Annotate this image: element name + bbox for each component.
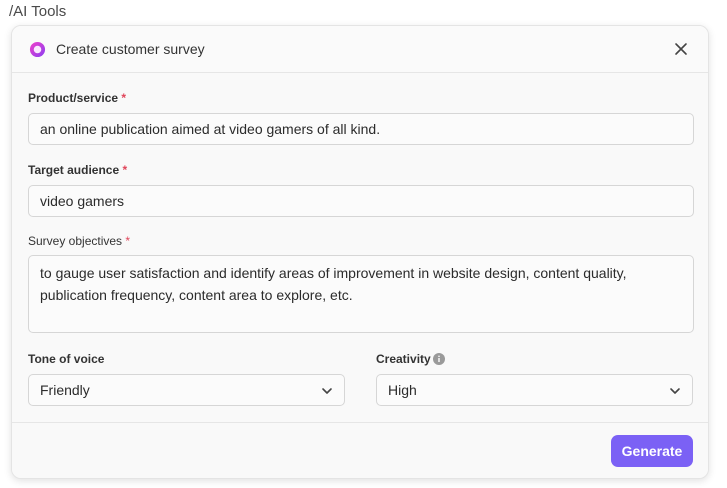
required-mark: * — [125, 234, 131, 248]
objectives-label-text: Survey objectives — [28, 234, 123, 248]
breadcrumb: /AI Tools — [9, 3, 67, 20]
close-icon[interactable] — [672, 40, 690, 58]
objectives-textarea[interactable]: to gauge user satisfaction and identify … — [28, 255, 694, 333]
audience-input[interactable]: video gamers — [28, 185, 694, 217]
info-icon[interactable] — [433, 353, 445, 365]
creativity-select-value: High — [388, 382, 417, 398]
chevron-down-icon — [670, 388, 680, 394]
required-mark: * — [122, 163, 128, 177]
product-input-value: an online publication aimed at video gam… — [40, 121, 381, 137]
modal-header: Create customer survey — [12, 26, 708, 73]
product-input[interactable]: an online publication aimed at video gam… — [28, 113, 694, 145]
creativity-select[interactable]: High — [376, 374, 693, 406]
ai-sparkle-icon — [29, 41, 46, 58]
modal-title: Create customer survey — [56, 41, 205, 57]
product-label: Product/service * — [28, 91, 126, 105]
tone-label: Tone of voice — [28, 352, 105, 366]
audience-input-value: video gamers — [40, 193, 125, 209]
audience-label-text: Target audience — [28, 163, 120, 177]
tone-select-value: Friendly — [40, 382, 90, 398]
required-mark: * — [121, 91, 127, 105]
audience-label: Target audience * — [28, 163, 127, 177]
chevron-down-icon — [322, 388, 332, 394]
modal-footer: Generate — [12, 422, 708, 478]
create-survey-modal: Create customer survey Product/service *… — [11, 25, 709, 479]
generate-button[interactable]: Generate — [611, 435, 693, 467]
product-label-text: Product/service — [28, 91, 119, 105]
creativity-label: Creativity — [376, 352, 431, 366]
objectives-textarea-value: to gauge user satisfaction and identify … — [40, 265, 627, 303]
objectives-label: Survey objectives * — [28, 234, 130, 248]
tone-select[interactable]: Friendly — [28, 374, 345, 406]
